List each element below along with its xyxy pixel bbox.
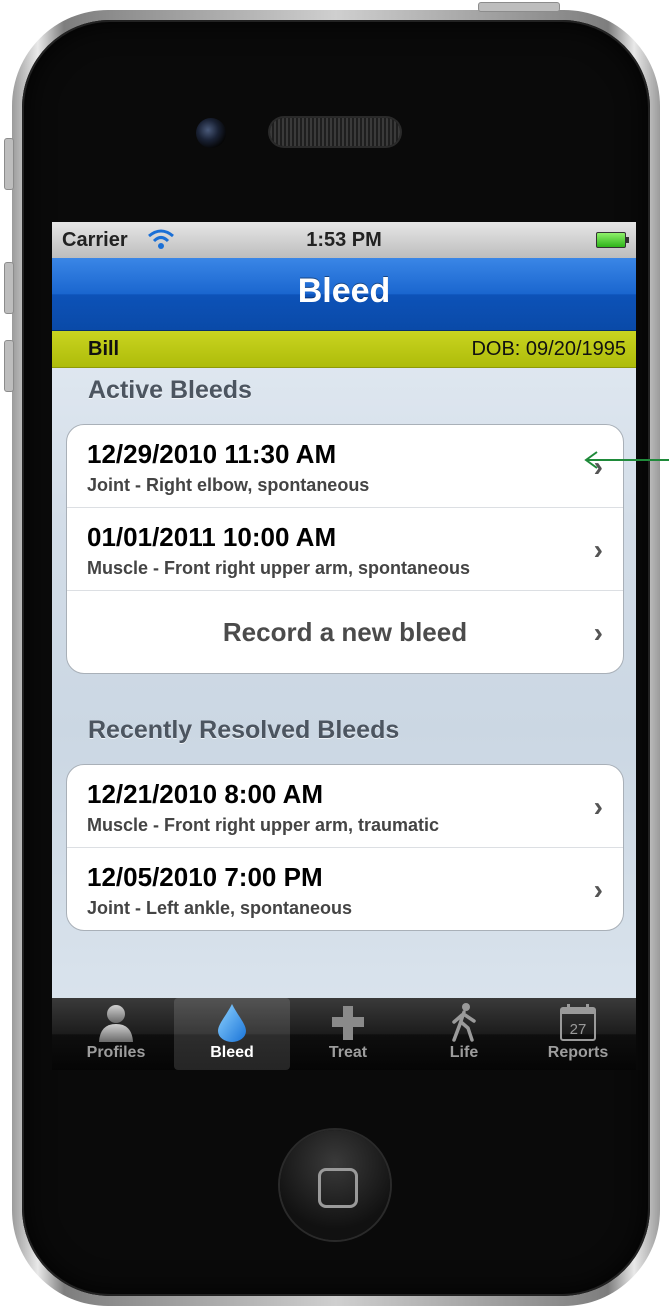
- record-new-bleed-label: Record a new bleed: [222, 617, 468, 647]
- tab-label: Reports: [547, 1044, 609, 1061]
- tab-reports[interactable]: 27 Reports: [520, 998, 636, 1070]
- status-bar: Carrier 1:53 PM: [52, 222, 636, 259]
- tab-treat[interactable]: Treat: [290, 998, 406, 1070]
- volume-up-button: [4, 262, 14, 314]
- active-bleeds-group: 12/29/2010 11:30 AM Joint - Right elbow,…: [66, 424, 624, 674]
- bleed-description: Muscle - Front right upper arm, traumati…: [87, 815, 440, 835]
- chevron-right-icon: ›: [593, 791, 603, 822]
- bleed-row[interactable]: 01/01/2011 10:00 AM Muscle - Front right…: [67, 508, 623, 591]
- profile-bar: Bill DOB: 09/20/1995: [52, 331, 636, 368]
- tab-label: Life: [449, 1044, 479, 1061]
- bleed-description: Muscle - Front right upper arm, spontane…: [87, 558, 471, 578]
- profile-name: Bill: [88, 338, 120, 360]
- bleed-row[interactable]: 12/21/2010 8:00 AM Muscle - Front right …: [67, 765, 623, 848]
- tab-bleed[interactable]: Bleed: [174, 998, 290, 1070]
- active-bleeds-header: Active Bleeds: [88, 376, 252, 404]
- tab-profiles[interactable]: Profiles: [58, 998, 174, 1070]
- resolved-bleeds-header: Recently Resolved Bleeds: [88, 716, 400, 744]
- chevron-right-icon: ›: [593, 617, 603, 648]
- calendar-day-label: 27: [570, 1021, 587, 1038]
- home-button-icon: [318, 1168, 358, 1208]
- navigation-bar: Bleed: [52, 258, 636, 331]
- calendar-icon: 27: [560, 1004, 596, 1041]
- chevron-right-icon: ›: [593, 874, 603, 905]
- bleed-row[interactable]: 12/29/2010 11:30 AM Joint - Right elbow,…: [67, 425, 623, 508]
- record-new-bleed-row[interactable]: Record a new bleed ›: [67, 591, 623, 673]
- tab-life[interactable]: Life: [406, 998, 522, 1070]
- bleed-datetime: 12/29/2010 11:30 AM: [87, 439, 337, 469]
- bleed-datetime: 12/21/2010 8:00 AM: [87, 779, 324, 809]
- tab-label: Bleed: [210, 1044, 254, 1061]
- chevron-right-icon: ›: [593, 534, 603, 565]
- bleed-datetime: 12/05/2010 7:00 PM: [87, 862, 323, 892]
- volume-down-button: [4, 340, 14, 392]
- sleep-button: [478, 2, 560, 12]
- battery-icon: [596, 232, 629, 248]
- walking-icon: [452, 1003, 476, 1042]
- tab-label: Profiles: [86, 1044, 146, 1061]
- bleed-datetime: 01/01/2011 10:00 AM: [87, 522, 337, 552]
- bleed-description: Joint - Left ankle, spontaneous: [87, 898, 353, 918]
- person-icon: [99, 1005, 133, 1042]
- drop-icon: [218, 1004, 246, 1042]
- annotation-arrow-icon: [584, 451, 669, 469]
- status-time: 1:53 PM: [306, 229, 382, 251]
- bleed-description: Joint - Right elbow, spontaneous: [87, 475, 370, 495]
- app-screen: Carrier 1:53 PM Bleed Bill DOB: 09/20/19…: [52, 222, 636, 1070]
- earpiece-speaker: [270, 118, 400, 146]
- front-camera: [196, 118, 226, 148]
- tab-bar: Profiles Bleed Treat Life 27 Reports: [52, 998, 636, 1070]
- profile-dob: DOB: 09/20/1995: [471, 338, 626, 360]
- resolved-bleeds-group: 12/21/2010 8:00 AM Muscle - Front right …: [66, 764, 624, 931]
- tab-label: Treat: [328, 1044, 368, 1061]
- bleed-row[interactable]: 12/05/2010 7:00 PM Joint - Left ankle, s…: [67, 848, 623, 930]
- page-title: Bleed: [297, 272, 391, 310]
- mute-switch: [4, 138, 14, 190]
- cross-icon: [332, 1006, 364, 1040]
